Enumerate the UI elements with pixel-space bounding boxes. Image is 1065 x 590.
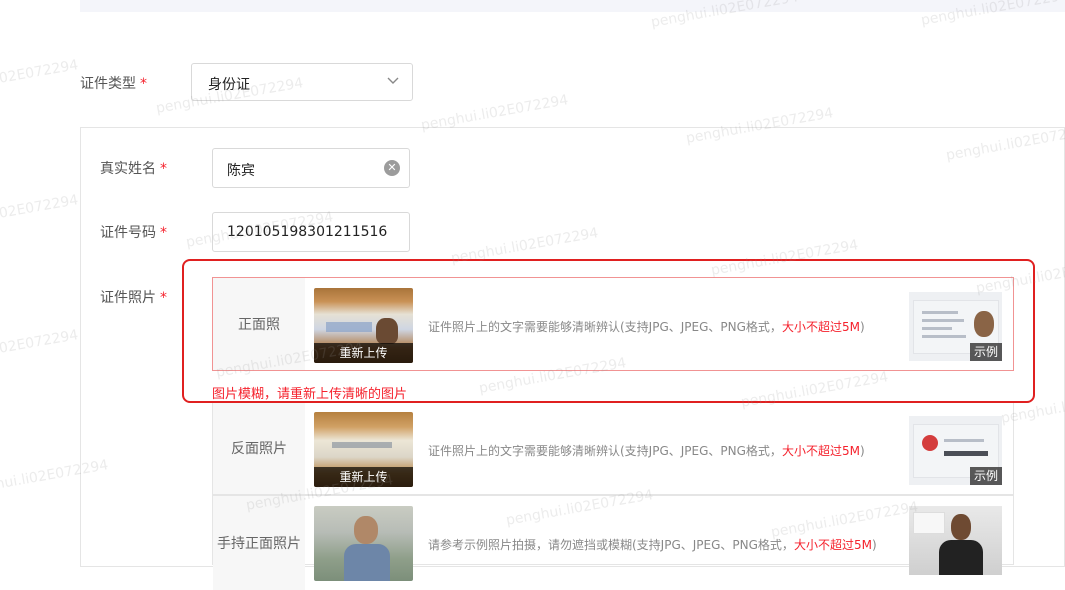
watermark: penghui.li02E072294 [0,192,80,234]
required-mark: * [160,225,167,241]
top-bar [80,0,1065,12]
clear-icon[interactable]: ✕ [384,160,400,176]
reupload-button[interactable]: 重新上传 [314,467,413,487]
selfie-photo-thumbnail[interactable] [314,506,413,581]
cert-type-label: 证件类型 * [80,76,147,92]
real-name-label: 真实姓名 * [100,161,167,177]
upload-row-selfie: 手持正面照片 请参考示例照片拍摄，请勿遮挡或模糊(支持JPG、JPEG、PNG格… [212,495,1014,590]
cert-type-select[interactable]: 身份证 [191,63,413,101]
required-mark: * [160,161,167,177]
example-tag: 示例 [969,467,1002,485]
watermark: penghui.li02E072294 [0,57,80,99]
real-name-input[interactable]: 陈宾 ✕ [212,148,410,188]
back-photo-thumbnail[interactable]: 重新上传 [314,412,413,487]
upload-row-back: 反面照片 重新上传 证件照片上的文字需要能够清晰辨认(支持JPG、JPEG、PN… [212,401,1014,495]
chevron-down-icon [387,77,399,84]
cert-photo-label: 证件照片 * [100,290,167,306]
cert-number-value: 120105198301211516 [227,224,388,240]
upload-row-title: 手持正面照片 [213,496,305,590]
error-highlight-box [182,259,1035,403]
upload-row-title: 反面照片 [213,402,305,494]
example-image-back[interactable]: 示例 [909,416,1002,485]
cert-type-value: 身份证 [208,77,250,93]
watermark: penghui.li02E072294 [0,327,80,369]
cert-number-input[interactable]: 120105198301211516 [212,212,410,252]
example-image-selfie[interactable] [909,506,1002,575]
upload-hint: 证件照片上的文字需要能够清晰辨认(支持JPG、JPEG、PNG格式，大小不超过5… [428,444,865,458]
required-mark: * [160,290,167,306]
upload-hint: 请参考示例照片拍摄，请勿遮挡或模糊(支持JPG、JPEG、PNG格式，大小不超过… [428,538,877,552]
cert-number-label: 证件号码 * [100,225,167,241]
real-name-value: 陈宾 [227,163,255,179]
required-mark: * [140,76,147,92]
